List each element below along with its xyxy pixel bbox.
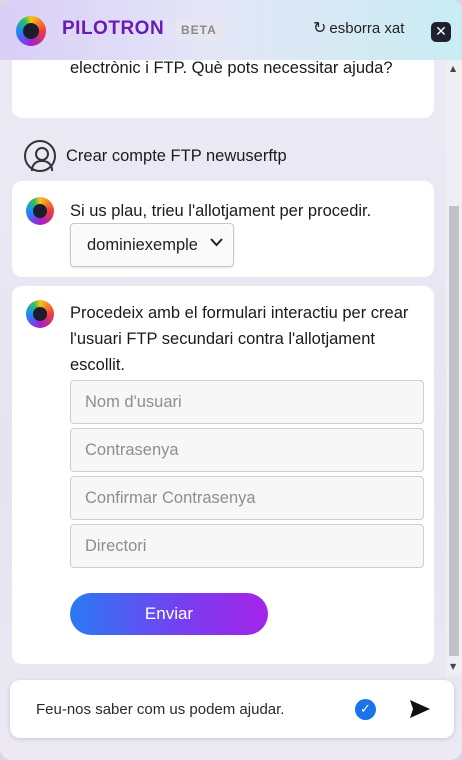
pilotron-avatar-icon <box>26 300 54 328</box>
check-icon: ✓ <box>355 699 376 720</box>
send-icon <box>410 700 430 718</box>
chat-header: PILOTRON BETA ↻ esborra xat ✕ <box>0 0 462 60</box>
clear-chat-button[interactable]: ↻ esborra xat <box>313 20 404 37</box>
confirm-password-input[interactable] <box>70 476 424 520</box>
scrollbar-thumb[interactable] <box>449 206 459 656</box>
bot-message-form: Procedeix amb el formulari interactiu pe… <box>12 286 434 664</box>
close-icon[interactable]: ✕ <box>431 22 451 42</box>
bot-message-text: Procedeix amb el formulari interactiu pe… <box>70 304 409 374</box>
scroll-up-icon[interactable]: ▲ <box>450 64 456 73</box>
bot-message-text: Si us plau, trieu l'allotjament per proc… <box>70 202 372 220</box>
user-message: Crear compte FTP newuserftp <box>24 140 287 172</box>
message-composer: ✓ <box>10 680 454 738</box>
bot-message-intro: electrònic i FTP. Què pots necessitar aj… <box>12 60 434 118</box>
directory-input[interactable] <box>70 524 424 568</box>
bot-message-text: electrònic i FTP. Què pots necessitar aj… <box>70 60 393 77</box>
password-input[interactable] <box>70 428 424 472</box>
chevron-down-icon <box>210 235 223 250</box>
chat-widget: PILOTRON BETA ↻ esborra xat ✕ electrònic… <box>0 0 462 760</box>
bot-message-hosting: Si us plau, trieu l'allotjament per proc… <box>12 181 434 277</box>
user-message-text: Crear compte FTP newuserftp <box>66 147 287 165</box>
user-avatar-icon <box>24 140 56 172</box>
scroll-down-icon[interactable]: ▼ <box>450 662 456 671</box>
clear-chat-label: esborra xat <box>329 20 405 37</box>
submit-button[interactable]: Enviar <box>70 593 268 635</box>
pilotron-avatar-icon <box>26 197 54 225</box>
message-input[interactable] <box>36 694 336 724</box>
hosting-select-value: dominiexemple <box>87 235 197 254</box>
chat-messages[interactable]: electrònic i FTP. Què pots necessitar aj… <box>0 60 446 675</box>
brand-title: PILOTRON <box>62 18 165 39</box>
pilotron-logo-icon <box>16 16 46 46</box>
username-input[interactable] <box>70 380 424 424</box>
beta-badge: BETA <box>175 20 223 40</box>
reset-icon: ↻ <box>313 19 327 37</box>
send-button[interactable] <box>407 696 433 722</box>
chat-scrollbar[interactable]: ▲ ▼ <box>446 60 462 675</box>
hosting-select[interactable]: dominiexemple <box>70 223 234 267</box>
